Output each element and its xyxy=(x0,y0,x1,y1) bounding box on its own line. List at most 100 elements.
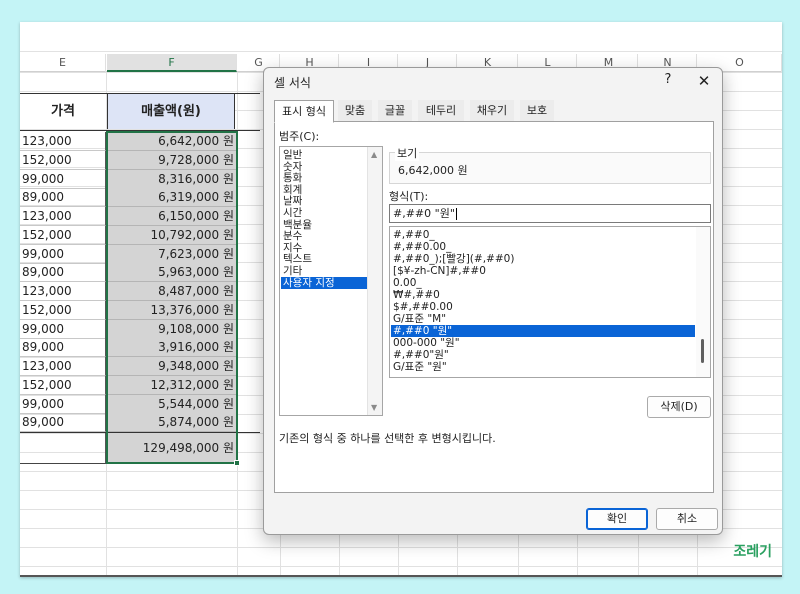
sales-cell[interactable]: 5,544,000 원 xyxy=(107,394,237,414)
ok-button[interactable]: 확인 xyxy=(586,508,648,530)
price-cell[interactable]: 152,000 xyxy=(20,375,106,395)
close-icon[interactable]: ✕ xyxy=(694,71,714,91)
sales-cell[interactable]: 8,487,000 원 xyxy=(107,282,237,301)
price-cell[interactable]: 152,000 xyxy=(20,225,106,245)
sales-cell[interactable]: 9,728,000 원 xyxy=(107,150,237,170)
formula-bar-area xyxy=(20,22,782,52)
tab-protection[interactable]: 보호 xyxy=(520,100,554,122)
category-item[interactable]: 분수 xyxy=(281,230,367,242)
total-sales-cell[interactable]: 129,498,000 원 xyxy=(107,433,237,464)
sales-cell[interactable]: 3,916,000 원 xyxy=(107,338,237,358)
cancel-button[interactable]: 취소 xyxy=(656,508,718,530)
price-cell[interactable]: 123,000 xyxy=(20,357,106,376)
category-item[interactable]: 날짜 xyxy=(281,195,367,207)
sales-cell[interactable]: 5,963,000 원 xyxy=(107,263,237,283)
format-item[interactable]: [$¥-zh-CN]#,##0 xyxy=(391,265,695,277)
table-row: 152,000 12,312,000 원 xyxy=(20,375,240,395)
table-header-row: 가격 매출액(원) xyxy=(20,93,260,131)
sales-cell[interactable]: 9,348,000 원 xyxy=(107,357,237,376)
table-row: 89,000 5,963,000 원 xyxy=(20,263,240,283)
tab-border[interactable]: 테두리 xyxy=(418,100,464,122)
format-scrollbar[interactable] xyxy=(696,227,710,377)
format-input-text: #,##0 "원" xyxy=(393,207,455,220)
price-cell[interactable]: 89,000 xyxy=(20,338,106,358)
sales-cell[interactable]: 9,108,000 원 xyxy=(107,319,237,339)
price-cell[interactable]: 89,000 xyxy=(20,263,106,283)
sales-cell[interactable]: 13,376,000 원 xyxy=(107,300,237,320)
category-item[interactable]: 텍스트 xyxy=(281,253,367,265)
sales-cell[interactable]: 7,623,000 원 xyxy=(107,244,237,264)
gridline xyxy=(20,566,782,567)
format-list[interactable]: #,##0_ #,##0.00_ #,##0_);[빨강](#,##0) [$¥-zh… xyxy=(389,226,711,378)
format-item[interactable]: #,##0 "원" xyxy=(391,325,695,337)
scroll-up-icon[interactable]: ▲ xyxy=(371,150,377,159)
scroll-down-icon[interactable]: ▼ xyxy=(371,403,377,412)
format-item[interactable]: #,##0_);[빨강](#,##0) xyxy=(391,253,695,265)
format-item[interactable]: #,##0"원" xyxy=(391,349,695,361)
tab-number-format[interactable]: 표시 형식 xyxy=(274,100,334,123)
sales-cell[interactable]: 6,319,000 원 xyxy=(107,188,237,208)
format-item[interactable]: ₩#,##0 xyxy=(391,289,695,301)
price-cell[interactable]: 152,000 xyxy=(20,150,106,170)
category-label: 범주(C): xyxy=(279,130,320,143)
format-item[interactable]: $#,##0.00 xyxy=(391,301,695,313)
format-item[interactable]: #,##0.00_ xyxy=(391,241,695,253)
table-row: 99,000 8,316,000 원 xyxy=(20,169,240,189)
number-format-panel: 범주(C): 일반 숫자 통화 회계 날짜 시간 백분율 분수 지수 텍스트 기타 사용자 지정 ▲ … xyxy=(274,121,714,493)
format-label: 형식(T): xyxy=(389,190,429,203)
category-item[interactable]: 회계 xyxy=(281,184,367,196)
sales-cell[interactable]: 6,150,000 원 xyxy=(107,207,237,226)
category-item[interactable]: 숫자 xyxy=(281,161,367,173)
sales-cell[interactable]: 6,642,000 원 xyxy=(107,132,237,151)
price-cell[interactable]: 123,000 xyxy=(20,132,106,151)
sample-label: 보기 xyxy=(395,145,420,161)
table-row: 89,000 6,319,000 원 xyxy=(20,188,240,208)
sales-cell[interactable]: 10,792,000 원 xyxy=(107,225,237,245)
column-header-f[interactable]: F xyxy=(107,54,237,72)
sales-cell[interactable]: 12,312,000 원 xyxy=(107,375,237,395)
tab-fill[interactable]: 채우기 xyxy=(470,100,514,122)
fill-handle[interactable] xyxy=(234,460,240,466)
format-input[interactable]: #,##0 "원" xyxy=(389,204,711,223)
format-item[interactable]: 0.00_ xyxy=(391,277,695,289)
format-item[interactable]: 000-000 "원" xyxy=(391,337,695,349)
category-item[interactable]: 사용자 지정 xyxy=(281,276,367,289)
category-item[interactable]: 백분율 xyxy=(281,219,367,231)
category-list[interactable]: 일반 숫자 통화 회계 날짜 시간 백분율 분수 지수 텍스트 기타 사용자 지정 ▲ ▼ xyxy=(279,146,383,416)
format-scroll-thumb[interactable] xyxy=(701,339,704,363)
category-item[interactable]: 통화 xyxy=(281,172,367,184)
price-cell[interactable]: 99,000 xyxy=(20,244,106,264)
header-price[interactable]: 가격 xyxy=(20,94,106,129)
price-cell[interactable]: 152,000 xyxy=(20,300,106,320)
text-caret xyxy=(455,208,457,220)
category-scrollbar[interactable]: ▲ ▼ xyxy=(367,147,382,415)
sample-value: 6,642,000 원 xyxy=(398,164,468,177)
price-cell[interactable]: 123,000 xyxy=(20,282,106,301)
format-item[interactable]: G/표준 "원" xyxy=(391,361,695,373)
category-item[interactable]: 지수 xyxy=(281,242,367,254)
price-cell[interactable]: 89,000 xyxy=(20,413,106,433)
table-row: 152,000 9,728,000 원 xyxy=(20,150,240,170)
tab-alignment[interactable]: 맞춤 xyxy=(338,100,372,122)
category-item[interactable]: 기타 xyxy=(281,265,367,277)
sales-cell[interactable]: 8,316,000 원 xyxy=(107,169,237,189)
column-header-e[interactable]: E xyxy=(20,54,106,72)
total-label-cell[interactable] xyxy=(20,433,106,464)
sales-cell[interactable]: 5,874,000 원 xyxy=(107,413,237,433)
help-icon[interactable]: ? xyxy=(660,72,676,90)
table-row: 152,000 13,376,000 원 xyxy=(20,300,240,320)
delete-button[interactable]: 삭제(D) xyxy=(647,396,711,418)
format-item[interactable]: G/표준 "M" xyxy=(391,313,695,325)
category-item[interactable]: 시간 xyxy=(281,207,367,219)
table-row: 123,000 9,348,000 원 xyxy=(20,357,240,376)
tab-font[interactable]: 글꼴 xyxy=(378,100,412,122)
price-cell[interactable]: 99,000 xyxy=(20,169,106,189)
format-item[interactable]: #,##0_ xyxy=(391,229,695,241)
price-cell[interactable]: 99,000 xyxy=(20,394,106,414)
price-cell[interactable]: 99,000 xyxy=(20,319,106,339)
category-item[interactable]: 일반 xyxy=(281,149,367,161)
header-sales[interactable]: 매출액(원) xyxy=(107,94,235,129)
table-row: 123,000 6,150,000 원 xyxy=(20,207,240,226)
price-cell[interactable]: 123,000 xyxy=(20,207,106,226)
price-cell[interactable]: 89,000 xyxy=(20,188,106,208)
